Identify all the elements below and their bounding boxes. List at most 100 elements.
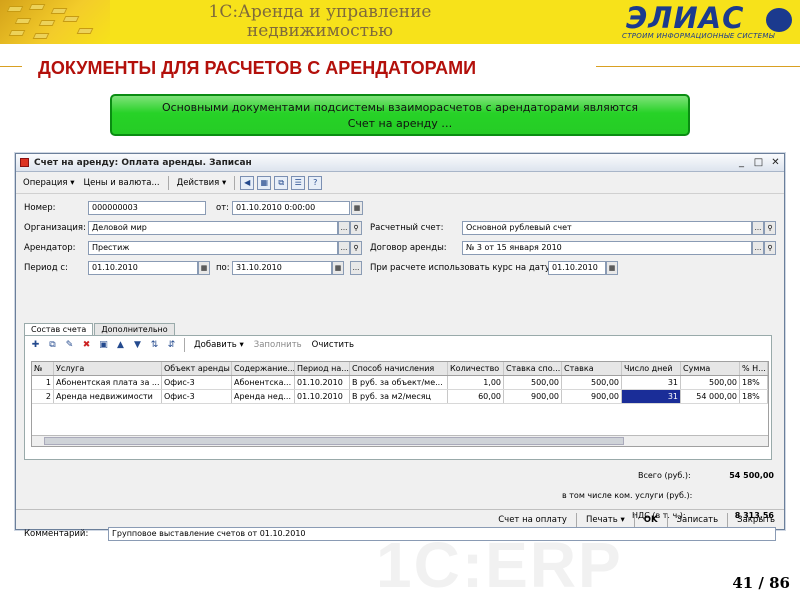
account-select-button[interactable]: ... bbox=[752, 221, 764, 235]
comment-field[interactable]: Групповое выставление счетов от 01.10.20… bbox=[108, 527, 776, 541]
document-tabs: Состав счета Дополнительно bbox=[24, 323, 176, 335]
tenant-field[interactable]: Престиж bbox=[88, 241, 338, 255]
rate-method-cell[interactable]: 500,00 bbox=[504, 376, 562, 389]
sort-asc-icon[interactable]: ⇅ bbox=[148, 339, 161, 351]
calendar-icon[interactable]: ▦ bbox=[351, 201, 363, 215]
vat-rate-cell[interactable]: 18% bbox=[740, 390, 768, 403]
scrollbar-thumb[interactable] bbox=[44, 437, 624, 445]
date-field[interactable]: 01.10.2010 0:00:00 bbox=[232, 201, 350, 215]
quantity-cell[interactable]: 60,00 bbox=[448, 390, 504, 403]
table-row[interactable]: 2 Аренда недвижимости Офис-3 Аренда нед.… bbox=[32, 390, 768, 404]
search-icon[interactable]: ⚲ bbox=[350, 241, 362, 255]
column-header[interactable]: Сумма bbox=[681, 362, 740, 375]
search-icon[interactable]: ⚲ bbox=[764, 241, 776, 255]
document-window: Счет на аренду: Оплата аренды. Записан _… bbox=[15, 153, 785, 541]
column-header[interactable]: № bbox=[32, 362, 54, 375]
fill-button[interactable]: Заполнить bbox=[251, 338, 305, 352]
period-from-field[interactable]: 01.10.2010 bbox=[88, 261, 198, 275]
account-field[interactable]: Основной рублевый счет bbox=[462, 221, 752, 235]
edit-row-icon[interactable]: ✎ bbox=[63, 339, 76, 351]
column-header[interactable]: % Н... bbox=[740, 362, 768, 375]
structure-icon[interactable]: ⧉ bbox=[274, 175, 289, 190]
copy-row-icon[interactable]: ⧉ bbox=[46, 339, 59, 351]
column-header[interactable]: Содержание... bbox=[232, 362, 295, 375]
period-cell[interactable]: 01.10.2010 bbox=[295, 376, 350, 389]
service-cell[interactable]: Аренда недвижимости bbox=[54, 390, 162, 403]
add-row-icon[interactable]: ✚ bbox=[29, 339, 42, 351]
sort-desc-icon[interactable]: ⇵ bbox=[165, 339, 178, 351]
save-button[interactable]: Записать bbox=[672, 513, 724, 527]
move-down-icon[interactable]: ▼ bbox=[131, 339, 144, 351]
rate-cell[interactable]: 900,00 bbox=[562, 390, 622, 403]
help-icon[interactable]: ? bbox=[308, 175, 323, 190]
content-cell[interactable]: Абонентска... bbox=[232, 376, 295, 389]
actions-menu-button[interactable]: Действия ▾ bbox=[174, 176, 230, 190]
grid-horizontal-scrollbar[interactable] bbox=[32, 435, 768, 446]
column-header[interactable]: Услуга bbox=[54, 362, 162, 375]
tenant-label: Арендатор: bbox=[24, 243, 76, 253]
calendar-icon[interactable]: ▦ bbox=[198, 261, 210, 275]
rate-method-cell[interactable]: 900,00 bbox=[504, 390, 562, 403]
organization-field[interactable]: Деловой мир bbox=[88, 221, 338, 235]
vat-rate-cell[interactable]: 18% bbox=[740, 376, 768, 389]
rate-date-field[interactable]: 01.10.2010 bbox=[548, 261, 606, 275]
tab-invoice-items[interactable]: Состав счета bbox=[24, 323, 94, 335]
total-label: Всего (руб.): bbox=[638, 471, 691, 480]
calendar-icon[interactable]: ▦ bbox=[606, 261, 618, 275]
rate-cell[interactable]: 500,00 bbox=[562, 376, 622, 389]
back-icon[interactable]: ◀ bbox=[240, 175, 255, 190]
column-header[interactable]: Объект аренды bbox=[162, 362, 232, 375]
contract-field[interactable]: № 3 от 15 января 2010 bbox=[462, 241, 752, 255]
days-cell-selected[interactable]: 31 bbox=[622, 390, 681, 403]
maximize-button[interactable]: □ bbox=[750, 157, 767, 168]
object-cell[interactable]: Офис-3 bbox=[162, 376, 232, 389]
service-cell[interactable]: Абонентская плата за ... bbox=[54, 376, 162, 389]
days-cell[interactable]: 31 bbox=[622, 376, 681, 389]
search-icon[interactable]: ⚲ bbox=[350, 221, 362, 235]
search-icon[interactable]: ⚲ bbox=[764, 221, 776, 235]
report-icon[interactable]: ▦ bbox=[257, 175, 272, 190]
clear-button[interactable]: Очистить bbox=[309, 338, 357, 352]
header-title-line2: недвижимостью bbox=[246, 21, 394, 41]
method-cell[interactable]: В руб. за объект/ме... bbox=[350, 376, 448, 389]
calendar-icon[interactable]: ▦ bbox=[332, 261, 344, 275]
column-header[interactable]: Ставка спо... bbox=[504, 362, 562, 375]
close-window-button[interactable]: ✕ bbox=[767, 157, 784, 168]
delete-row-icon[interactable]: ✖ bbox=[80, 339, 93, 351]
organization-select-button[interactable]: ... bbox=[338, 221, 350, 235]
quantity-cell[interactable]: 1,00 bbox=[448, 376, 504, 389]
column-header[interactable]: Период на... bbox=[295, 362, 350, 375]
add-button[interactable]: Добавить ▾ bbox=[191, 338, 247, 352]
list-icon[interactable]: ☰ bbox=[291, 175, 306, 190]
object-cell[interactable]: Офис-3 bbox=[162, 390, 232, 403]
ok-button[interactable]: OK bbox=[639, 513, 663, 527]
print-button[interactable]: Печать ▾ bbox=[581, 513, 630, 527]
period-to-field[interactable]: 31.10.2010 bbox=[232, 261, 332, 275]
column-header[interactable]: Ставка bbox=[562, 362, 622, 375]
close-button[interactable]: Закрыть bbox=[732, 513, 780, 527]
period-cell[interactable]: 01.10.2010 bbox=[295, 390, 350, 403]
tenant-select-button[interactable]: ... bbox=[338, 241, 350, 255]
info-line-2: Счет на аренду … bbox=[347, 117, 453, 130]
method-cell[interactable]: В руб. за м2/месяц bbox=[350, 390, 448, 403]
total-value: 54 500,00 bbox=[729, 471, 774, 480]
move-up-icon[interactable]: ▲ bbox=[114, 339, 127, 351]
prices-currency-button[interactable]: Цены и валюта... bbox=[80, 176, 162, 190]
column-header[interactable]: Число дней bbox=[622, 362, 681, 375]
pay-invoice-button[interactable]: Счет на оплату bbox=[493, 513, 572, 527]
amount-cell[interactable]: 500,00 bbox=[681, 376, 740, 389]
column-header[interactable]: Количество bbox=[448, 362, 504, 375]
minimize-button[interactable]: _ bbox=[733, 157, 750, 168]
contract-label: Договор аренды: bbox=[370, 243, 447, 253]
tab-additional[interactable]: Дополнительно bbox=[94, 323, 175, 335]
end-edit-icon[interactable]: ▣ bbox=[97, 339, 110, 351]
content-cell[interactable]: Аренда нед... bbox=[232, 390, 295, 403]
period-select-button[interactable]: ... bbox=[350, 261, 362, 275]
number-field[interactable]: 000000003 bbox=[88, 201, 206, 215]
invoice-grid: № Услуга Объект аренды Содержание... Пер… bbox=[31, 361, 769, 447]
column-header[interactable]: Способ начисления bbox=[350, 362, 448, 375]
contract-select-button[interactable]: ... bbox=[752, 241, 764, 255]
amount-cell[interactable]: 54 000,00 bbox=[681, 390, 740, 403]
operation-menu-button[interactable]: Операция ▾ bbox=[20, 176, 77, 190]
table-row[interactable]: 1 Абонентская плата за ... Офис-3 Абонен… bbox=[32, 376, 768, 390]
